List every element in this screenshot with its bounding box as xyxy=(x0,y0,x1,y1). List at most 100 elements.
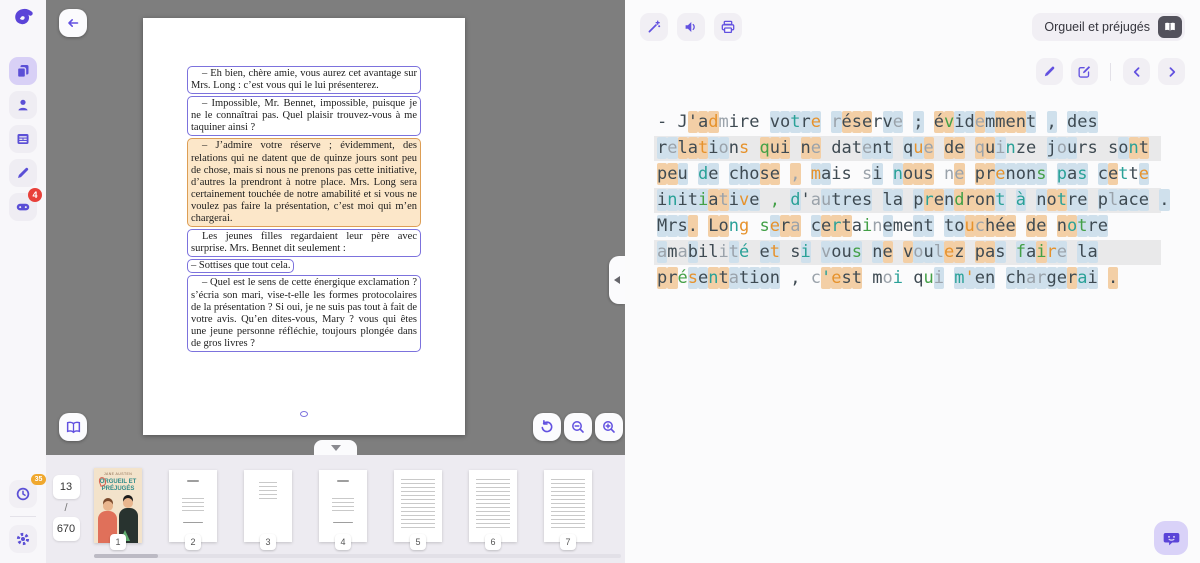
transcription-line[interactable]: Mrs. Long sera certainement touchée de n… xyxy=(654,214,1161,239)
current-page-input[interactable]: 13 xyxy=(53,475,80,499)
book-switcher[interactable]: Orgueil et préjugés xyxy=(1032,13,1185,41)
transcription-char: e xyxy=(1077,189,1087,211)
transcription-line[interactable]: présentation , c'est moi qui m'en charge… xyxy=(654,266,1161,291)
transcription-char: i xyxy=(893,267,903,289)
sidebar-item-settings[interactable] xyxy=(9,525,37,553)
rotate-button[interactable] xyxy=(533,413,561,441)
transcription-char xyxy=(1098,137,1108,159)
page-thumbnail[interactable]: 3 xyxy=(244,468,292,556)
transcription-char: s xyxy=(790,241,800,263)
transcription-line[interactable]: - J'admire votre réserve ; évidemment , … xyxy=(654,110,1161,135)
transcription-char xyxy=(821,111,831,133)
transcription-char xyxy=(688,163,698,185)
transcription-char: i xyxy=(749,267,759,289)
transcription-char: n xyxy=(872,137,882,159)
filmstrip-scrollbar-thumb[interactable] xyxy=(94,554,158,558)
assistant-chat-button[interactable] xyxy=(1154,521,1188,555)
ocr-region[interactable]: – Quel est le sens de cette énergique ex… xyxy=(187,275,421,352)
sidebar-item-annotate[interactable] xyxy=(9,159,37,187)
transcription-char: o xyxy=(975,189,985,211)
transcription-char: o xyxy=(719,215,729,237)
transcription-char: t xyxy=(770,241,780,263)
transcription-char: r xyxy=(831,111,841,133)
transcription-char: ' xyxy=(801,189,811,211)
sidebar-item-documents[interactable] xyxy=(9,57,37,85)
transcription-char xyxy=(1036,111,1046,133)
transcription-char: s xyxy=(1108,137,1118,159)
transcription-char: s xyxy=(862,189,872,211)
ocr-region[interactable]: Les jeunes filles regardaient leur père … xyxy=(187,229,421,257)
transcription-char: r xyxy=(872,111,882,133)
transcription-char: t xyxy=(995,189,1005,211)
thumbnail-title-bar xyxy=(183,522,203,523)
transcription-char: c xyxy=(1006,267,1016,289)
collapse-panel-handle[interactable] xyxy=(609,256,625,304)
sidebar-item-records[interactable] xyxy=(9,125,37,153)
print-button[interactable] xyxy=(714,13,742,41)
app-logo-icon[interactable] xyxy=(8,6,38,36)
transcription-char: n xyxy=(1026,163,1036,185)
transcription-char: u xyxy=(985,137,995,159)
back-button[interactable] xyxy=(59,9,87,37)
transcription-char xyxy=(1067,241,1077,263)
page-thumbnail[interactable]: 4 xyxy=(319,468,367,556)
transcription-char: e xyxy=(760,241,770,263)
transcription-char: a xyxy=(1118,189,1128,211)
thumbnail-text-lines xyxy=(551,479,585,530)
transcription-char: g xyxy=(1047,267,1057,289)
sidebar-item-members[interactable] xyxy=(9,91,37,119)
transcription-char: v xyxy=(770,111,780,133)
transcription-char: u xyxy=(965,215,975,237)
transcription-line[interactable]: amabilité et si vous ne voulez pas faire… xyxy=(654,240,1161,265)
next-line-button[interactable] xyxy=(1158,58,1185,85)
zoom-in-button[interactable] xyxy=(595,413,623,441)
app-window: 4 35 – Eh bien, chère amie, vous aurez c… xyxy=(0,0,1200,563)
transcription-char: s xyxy=(688,267,698,289)
edit-transcription-button[interactable] xyxy=(1071,58,1098,85)
zoom-out-button[interactable] xyxy=(564,413,592,441)
transcription-char: p xyxy=(975,163,985,185)
transcription-char: t xyxy=(1118,163,1128,185)
page-number-region[interactable] xyxy=(300,411,308,417)
transcription-char xyxy=(903,189,913,211)
ocr-region[interactable]: – Eh bien, chère amie, vous aurez cet av… xyxy=(187,66,421,94)
transcription-char: e xyxy=(954,137,964,159)
triangle-left-icon xyxy=(614,276,620,284)
transcription-char: n xyxy=(985,189,995,211)
ocr-region[interactable]: – Sottises que tout cela. xyxy=(187,259,294,273)
transcription-char: a xyxy=(678,241,688,263)
transcription-char xyxy=(1047,215,1057,237)
reader-mode-button[interactable] xyxy=(59,413,87,441)
magic-actions-button[interactable] xyxy=(640,13,668,41)
transcription-line[interactable]: initiative , d'autres la prendront à not… xyxy=(654,188,1161,213)
page-thumbnail[interactable]: 7 xyxy=(544,468,592,556)
highlight-brush-button[interactable] xyxy=(1036,58,1063,85)
transcription-char xyxy=(698,215,708,237)
ocr-region[interactable]: – Impossible, Mr. Bennet, impossible, pu… xyxy=(187,96,421,136)
transcription-char: e xyxy=(667,163,677,185)
transcription-char xyxy=(790,137,800,159)
transcription-char: a xyxy=(1026,267,1036,289)
transcription-char: s xyxy=(995,241,1005,263)
page-thumbnail[interactable]: 6 xyxy=(469,468,517,556)
collapse-filmstrip-handle[interactable] xyxy=(314,440,357,456)
sidebar-item-history[interactable]: 35 xyxy=(9,480,37,508)
magnifier-minus-icon xyxy=(570,419,586,435)
page-thumbnail[interactable]: JANE AUSTENORGUEIL ET PRÉJUGÉS1 xyxy=(94,468,142,556)
transcription-char: r xyxy=(924,189,934,211)
transcription-char xyxy=(801,163,811,185)
sidebar-item-games[interactable]: 4 xyxy=(9,193,37,221)
transcription-line[interactable]: peu de chose , mais si nous ne prenons p… xyxy=(654,162,1161,187)
filmstrip-scrollbar[interactable] xyxy=(94,554,621,558)
transcription-char: v xyxy=(883,111,893,133)
transcription-char: p xyxy=(657,163,667,185)
audio-button[interactable] xyxy=(677,13,705,41)
previous-line-button[interactable] xyxy=(1123,58,1150,85)
transcription-char: i xyxy=(678,189,688,211)
open-book-icon xyxy=(65,419,82,436)
page-number-badge: 2 xyxy=(185,534,201,550)
transcription-line[interactable]: relations qui ne datent que de quinze jo… xyxy=(654,136,1161,161)
ocr-region[interactable]: – J’admire votre réserve ; évidemment, d… xyxy=(187,138,421,227)
page-thumbnail[interactable]: 2 xyxy=(169,468,217,556)
page-thumbnail[interactable]: 5 xyxy=(394,468,442,556)
